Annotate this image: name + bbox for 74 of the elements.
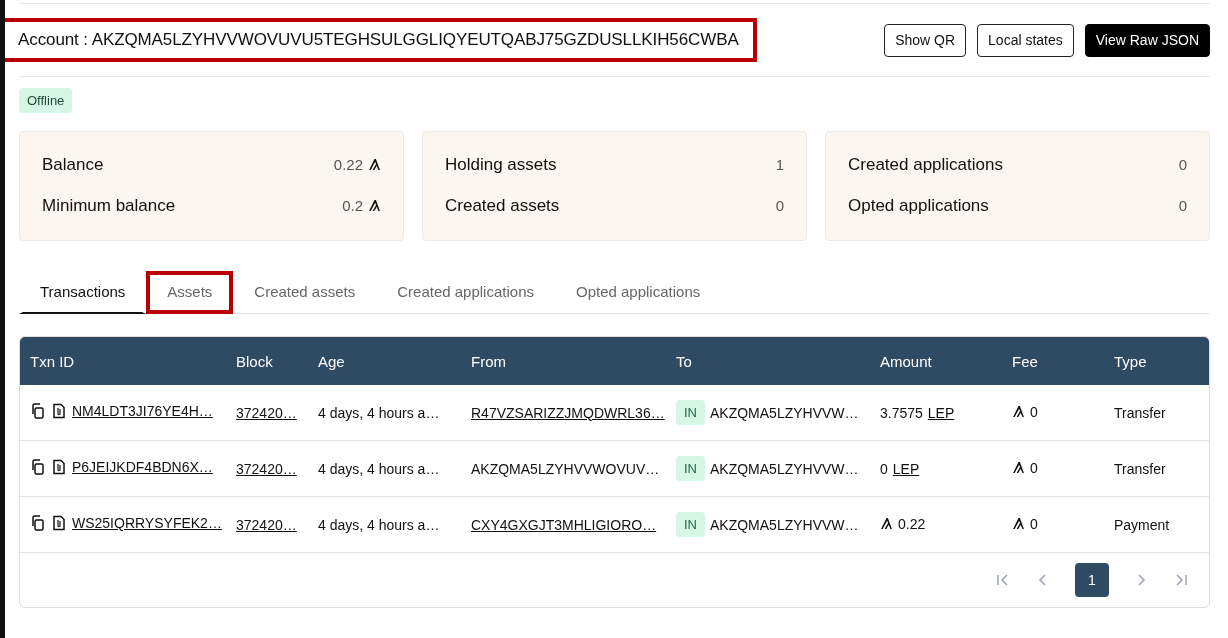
first-page-icon[interactable]: [995, 572, 1011, 588]
summary-value: 0: [775, 197, 784, 214]
direction-badge: IN: [676, 512, 705, 537]
age-text: 4 days, 4 hours a…: [318, 460, 440, 477]
column-header: Txn ID: [30, 352, 75, 370]
column-header: Block: [236, 352, 273, 370]
summary-value: 1: [775, 156, 784, 173]
amount-text: 0.22: [898, 515, 926, 532]
algo-icon: [368, 158, 381, 171]
txn-id-link[interactable]: NM4LDT3JI76YE4H…: [72, 403, 213, 419]
type-text: Transfer: [1114, 404, 1166, 421]
age-text: 4 days, 4 hours a…: [318, 404, 440, 421]
txn-id-link[interactable]: P6JEIJKDF4BDN6X…: [72, 459, 213, 475]
summary-label: Holding assets: [445, 154, 557, 175]
asset-unit-link[interactable]: LEP: [892, 460, 920, 477]
type-text: Payment: [1114, 516, 1170, 533]
block-link[interactable]: 372420…: [236, 460, 297, 477]
from-address-link[interactable]: R47VZSARIZZJMQDWRL36…: [471, 404, 665, 421]
tab[interactable]: Opted applications: [555, 271, 722, 314]
last-page-icon[interactable]: [1173, 572, 1189, 588]
txn-id-link[interactable]: WS25IQRRYSYFEK2…: [72, 515, 222, 531]
age-text: 4 days, 4 hours a…: [318, 516, 440, 533]
block-link[interactable]: 372420…: [236, 516, 297, 533]
column-header: From: [471, 352, 506, 370]
tab[interactable]: Created applications: [376, 271, 555, 314]
tab[interactable]: Transactions: [19, 271, 147, 314]
summary-label: Minimum balance: [42, 195, 176, 216]
document-icon[interactable]: [51, 459, 67, 475]
summary-value: 0: [1178, 197, 1187, 214]
fee-text: 0: [1030, 459, 1038, 476]
copy-icon[interactable]: [30, 459, 46, 475]
document-icon[interactable]: [51, 403, 67, 419]
action-button[interactable]: Show QR: [884, 23, 967, 57]
summary-value: 0.22: [333, 156, 363, 173]
summary-value: 0: [1178, 156, 1187, 173]
from-address-link[interactable]: CXY4GXGJT3MHLIGIORO…: [471, 516, 657, 533]
summary-label: Opted applications: [848, 195, 989, 216]
fee-text: 0: [1030, 403, 1038, 420]
algo-icon: [1012, 405, 1025, 419]
action-button[interactable]: Local states: [977, 23, 1074, 57]
amount-text: 0: [880, 460, 888, 477]
account-heading: Account : AKZQMA5LZYHVVWOVUVU5TEGHSULGGLIQYEUTQABJ75GZDUSLLKIH56CWBA: [5, 18, 757, 62]
to-address: AKZQMA5LZYHVVW…: [710, 516, 859, 533]
summary-label: Balance: [42, 154, 104, 175]
asset-unit-link[interactable]: LEP: [927, 404, 955, 421]
algo-icon: [880, 517, 893, 531]
amount-text: 3.7575: [880, 404, 923, 421]
page-button[interactable]: 1: [1075, 563, 1109, 597]
document-icon[interactable]: [51, 515, 67, 531]
summary-label: Created applications: [848, 154, 1003, 175]
from-address: AKZQMA5LZYHVVWOVUV…: [471, 460, 660, 477]
direction-badge: IN: [676, 456, 705, 481]
block-link[interactable]: 372420…: [236, 404, 297, 421]
direction-badge: IN: [676, 400, 705, 425]
tab[interactable]: Assets: [146, 271, 234, 314]
copy-icon[interactable]: [30, 403, 46, 419]
column-header: Type: [1114, 352, 1147, 370]
view-json-button[interactable]: View Raw JSON: [1084, 23, 1210, 57]
algo-icon: [368, 199, 381, 212]
tab[interactable]: Created assets: [233, 271, 377, 314]
fee-text: 0: [1030, 515, 1038, 532]
summary-label: Created assets: [445, 195, 560, 216]
algo-icon: [1012, 461, 1025, 475]
summary-value: 0.2: [342, 197, 363, 214]
column-header: To: [676, 352, 692, 370]
column-header: Fee: [1012, 352, 1038, 370]
column-header: Amount: [880, 352, 932, 370]
type-text: Transfer: [1114, 460, 1166, 477]
status-badge: Offline: [19, 88, 73, 113]
algo-icon: [1012, 517, 1025, 531]
copy-icon[interactable]: [30, 515, 46, 531]
to-address: AKZQMA5LZYHVVW…: [710, 460, 859, 477]
column-header: Age: [318, 352, 345, 370]
to-address: AKZQMA5LZYHVVW…: [710, 404, 859, 421]
